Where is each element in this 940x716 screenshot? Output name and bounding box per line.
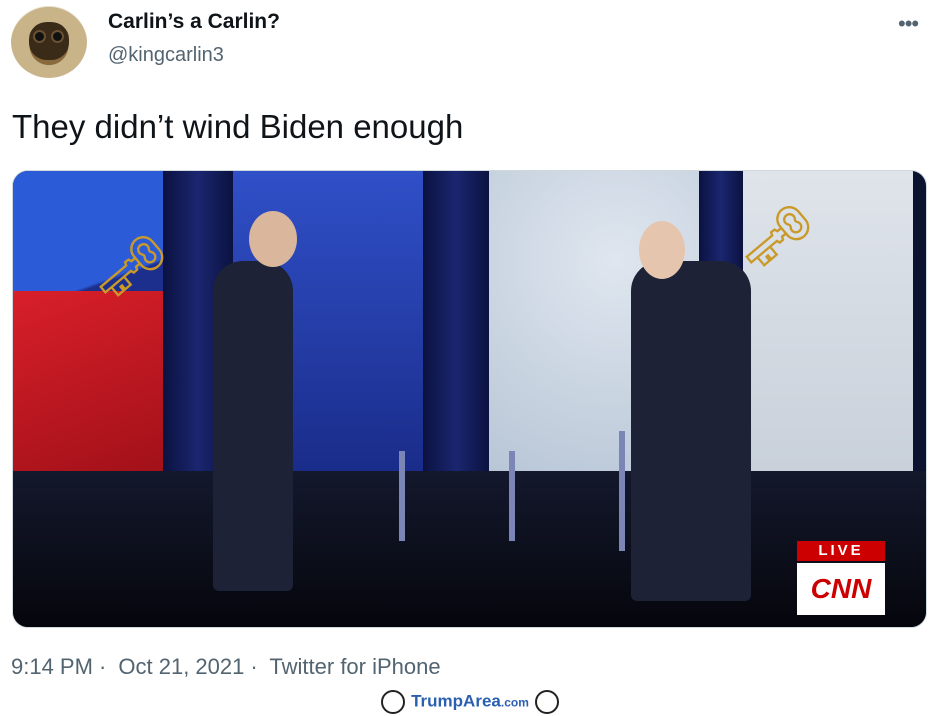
watermark-face-icon: [381, 690, 406, 714]
display-name[interactable]: Carlin’s a Carlin?: [108, 10, 280, 34]
curtain: [423, 171, 489, 471]
watermark-face-icon: [534, 690, 559, 714]
person-left-head: [249, 211, 297, 267]
wind-up-key-icon: 🗝: [93, 233, 170, 300]
side-table: [509, 451, 515, 541]
person-right-head: [639, 221, 685, 279]
user-handle[interactable]: @kingcarlin3: [108, 44, 224, 67]
watermark: TrumpArea.com: [0, 690, 940, 716]
watermark-brand: TrumpArea: [411, 691, 501, 711]
avatar[interactable]: [11, 6, 87, 78]
wind-up-key-icon: 🗝: [739, 203, 816, 270]
cnn-logo: CNN: [797, 563, 885, 615]
stool: [619, 431, 625, 551]
tweet-time[interactable]: 9:14 PM: [11, 654, 93, 679]
more-horizontal-icon[interactable]: •••: [898, 11, 919, 37]
stage-floor: [13, 471, 926, 627]
watermark-suffix: .com: [500, 695, 529, 710]
separator: ·: [250, 654, 258, 679]
pug-eye-icon: [35, 32, 44, 41]
backdrop-panel-red: [13, 291, 163, 481]
live-badge: LIVE: [797, 541, 885, 561]
tweet-source[interactable]: Twitter for iPhone: [269, 654, 440, 679]
tweet-meta: 9:14 PM · Oct 21, 2021 · Twitter for iPhon…: [11, 654, 447, 680]
pug-face-icon: [29, 22, 69, 60]
person-left: [213, 261, 293, 591]
tweet-text: They didn’t wind Biden enough: [12, 108, 464, 145]
pug-eye-icon: [53, 32, 62, 41]
tweet-date[interactable]: Oct 21, 2021: [118, 654, 244, 679]
person-right: [631, 261, 751, 601]
separator: ·: [98, 654, 107, 679]
side-table: [399, 451, 405, 541]
tweet-media[interactable]: 🗝 🗝 LIVE CNN: [12, 170, 927, 628]
